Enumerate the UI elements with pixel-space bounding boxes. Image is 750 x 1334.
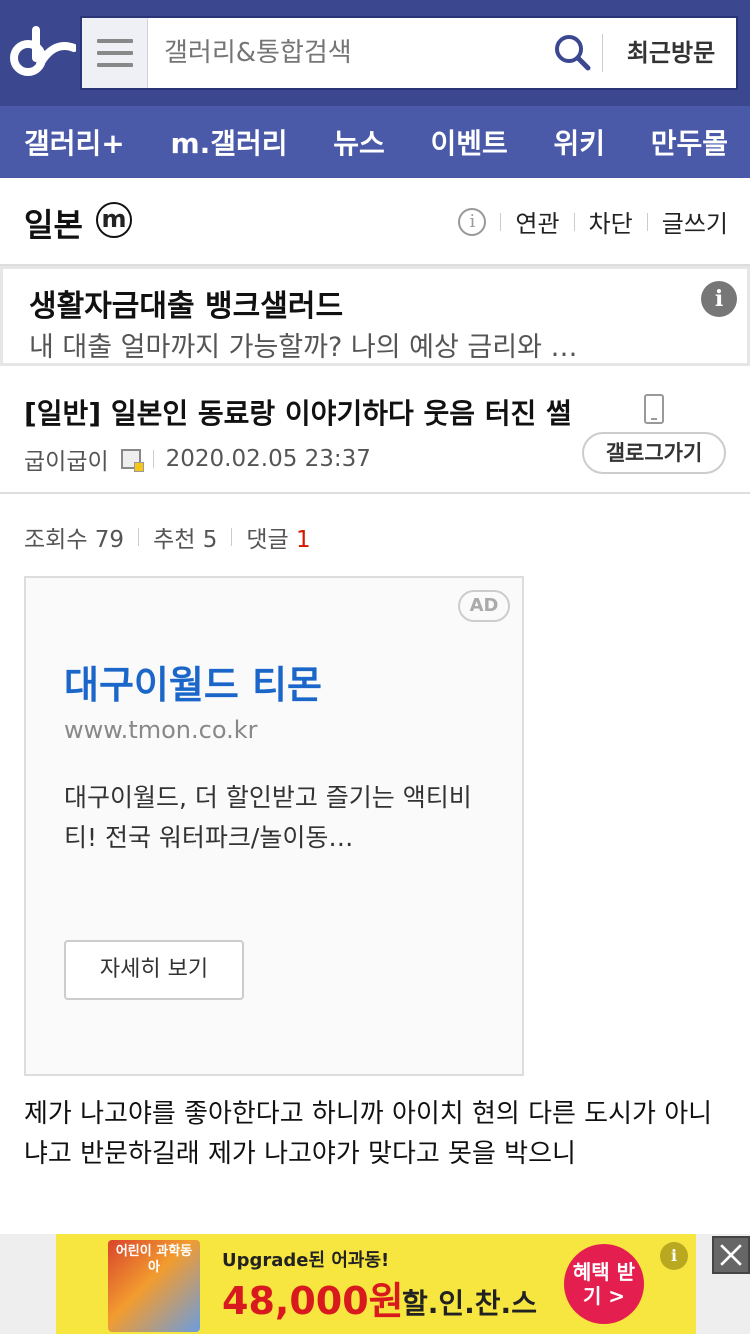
post-body: 제가 나고야를 좋아한다고 하니까 아이치 현의 다른 도시가 아니냐고 반문하…	[24, 1099, 713, 1169]
search-divider	[602, 34, 603, 72]
magazine-cover-image: 어린이 과학동아	[108, 1240, 200, 1332]
ad-more-button[interactable]: 자세히 보기	[64, 940, 244, 1000]
nav-item-mandumall[interactable]: 만두몰	[651, 122, 728, 162]
nav-item-gallery-plus[interactable]: 갤러리+	[24, 122, 125, 162]
gallery-header: 일본 m i 연관 차단 글쓰기	[0, 178, 750, 266]
close-icon[interactable]	[712, 1236, 750, 1274]
search-box: 최근방문	[80, 16, 738, 90]
write-button[interactable]: 글쓰기	[662, 204, 728, 239]
banner-upgrade-text: Upgrade된 어과동!	[222, 1250, 390, 1271]
author-name[interactable]: 굽이굽이	[24, 442, 109, 476]
banner-info-icon[interactable]: i	[660, 1242, 688, 1270]
gallery-title[interactable]: 일본	[24, 200, 83, 246]
post-date: 2020.02.05 23:37	[165, 446, 371, 472]
display-ad[interactable]: AD 대구이월드 티몬 www.tmon.co.kr 대구이월드, 더 할인받고…	[24, 576, 524, 1076]
nav-item-news[interactable]: 뉴스	[333, 122, 385, 162]
bottom-banner-ad[interactable]: 어린이 과학동아 Upgrade된 어과동! 48,000원 할.인.찬.스 혜…	[56, 1234, 696, 1334]
block-button[interactable]: 차단	[589, 204, 633, 239]
nav-item-m-gallery[interactable]: m.갤러리	[170, 122, 287, 162]
bottom-banner-area: 어린이 과학동아 Upgrade된 어과동! 48,000원 할.인.찬.스 혜…	[0, 1234, 750, 1334]
gallog-button[interactable]: 갤로그가기	[582, 432, 726, 474]
related-button[interactable]: 연관	[515, 204, 559, 239]
comments-label: 댓글	[246, 527, 289, 553]
ad-url: www.tmon.co.kr	[64, 716, 258, 744]
minor-gallery-badge: m	[96, 202, 132, 238]
post-stats: 조회수 79 추천 5 댓글 1	[24, 520, 311, 554]
mobile-icon	[644, 394, 664, 424]
text-ad[interactable]: 생활자금대출 뱅크샐러드 내 대출 얼마까지 가능할까? 나의 예상 금리와 ……	[0, 266, 750, 366]
views-label: 조회수	[24, 527, 88, 553]
post-title: [일반] 일본인 동료랑 이야기하다 웃음 터진 썰	[24, 397, 572, 430]
main-nav: 갤러리+ m.갤러리 뉴스 이벤트 위키 만두몰	[0, 106, 750, 178]
recommend-label: 추천	[153, 527, 196, 553]
divider	[138, 528, 140, 546]
comments-stat[interactable]: 댓글 1	[246, 520, 310, 554]
divider	[646, 212, 648, 231]
ad-info-icon[interactable]: i	[701, 281, 737, 317]
banner-chance-text: 할.인.찬.스	[402, 1287, 537, 1320]
hamburger-menu-icon[interactable]	[82, 18, 148, 88]
views-count: 79	[94, 527, 125, 553]
nav-item-event[interactable]: 이벤트	[430, 122, 507, 162]
search-icon[interactable]	[552, 32, 592, 72]
divider	[152, 450, 154, 468]
info-icon[interactable]: i	[458, 207, 487, 236]
recommend-stat: 추천 5	[153, 520, 217, 554]
gallery-actions: i 연관 차단 글쓰기	[458, 204, 728, 239]
dc-logo-icon[interactable]	[10, 26, 76, 78]
post-header: [일반] 일본인 동료랑 이야기하다 웃음 터진 썰 굽이굽이 2020.02.…	[0, 368, 750, 494]
views-stat: 조회수 79	[24, 520, 124, 554]
search-input[interactable]	[164, 18, 544, 88]
comments-count: 1	[296, 527, 311, 553]
fixed-nick-icon	[120, 449, 144, 472]
nav-item-wiki[interactable]: 위키	[553, 122, 605, 162]
text-ad-title: 생활자금대출 뱅크샐러드	[29, 289, 344, 324]
divider	[573, 212, 575, 231]
text-ad-description: 내 대출 얼마까지 가능할까? 나의 예상 금리와 …	[29, 332, 578, 363]
ad-title[interactable]: 대구이월드 티몬	[64, 654, 322, 709]
divider	[500, 212, 502, 231]
ad-badge[interactable]: AD	[458, 590, 510, 622]
ad-description: 대구이월드, 더 할인받고 즐기는 액티비티! 전국 워터파크/놀이동…	[64, 783, 472, 852]
top-header: 최근방문	[0, 0, 750, 106]
divider	[231, 528, 233, 546]
banner-price: 48,000원	[222, 1279, 404, 1323]
magazine-cover-title: 어린이 과학동아	[115, 1244, 193, 1275]
recent-visits-button[interactable]: 최근방문	[616, 18, 726, 88]
recommend-count: 5	[202, 527, 218, 553]
post-meta: 굽이굽이 2020.02.05 23:37	[24, 442, 371, 476]
banner-cta-button[interactable]: 혜택 받기 >	[564, 1244, 644, 1324]
